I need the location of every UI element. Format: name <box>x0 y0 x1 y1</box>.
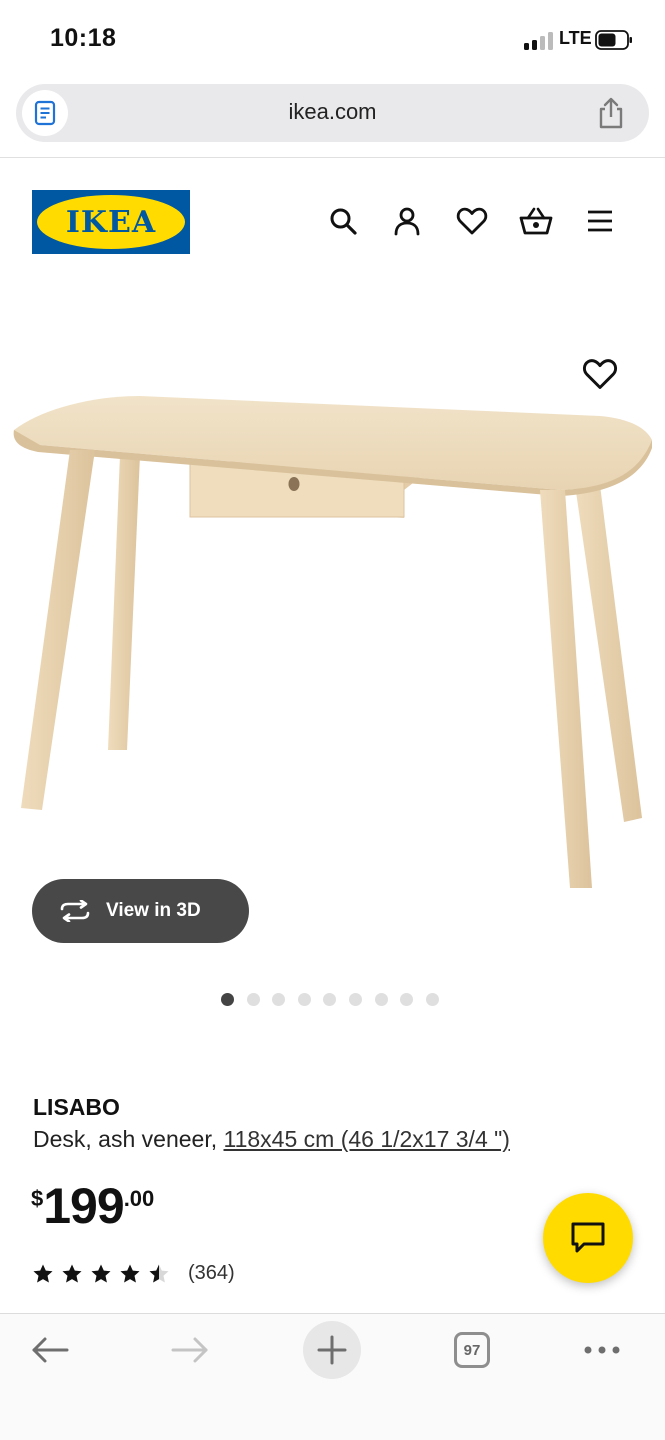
network-label: LTE <box>559 28 592 48</box>
address-bar[interactable]: ikea.com <box>16 84 649 142</box>
rating-stars <box>32 1263 177 1285</box>
account-icon[interactable] <box>390 204 424 238</box>
url-text[interactable]: ikea.com <box>16 99 649 125</box>
forward-icon <box>171 1337 208 1363</box>
star-icon <box>33 1264 53 1282</box>
rotate-3d-icon <box>60 900 90 922</box>
star-icon <box>149 1264 169 1282</box>
product-type: Desk, ash veneer, <box>33 1126 224 1152</box>
product-name: LISABO <box>33 1094 120 1120</box>
back-icon <box>32 1337 69 1363</box>
chat-button[interactable] <box>543 1193 633 1283</box>
search-icon[interactable] <box>326 204 360 238</box>
battery-icon <box>595 30 632 50</box>
gallery-pagination[interactable] <box>221 993 451 1006</box>
more-icon <box>584 1346 620 1354</box>
share-icon[interactable] <box>595 96 627 130</box>
star-icon <box>91 1264 111 1282</box>
product-measurements-link[interactable]: 118x45 cm (46 1/2x17 3/4 ") <box>224 1126 510 1152</box>
price-integer: 199 <box>43 1178 124 1234</box>
heart-icon[interactable] <box>455 204 489 238</box>
price-currency: $ <box>31 1186 44 1211</box>
tabs-icon: 97 <box>454 1332 490 1368</box>
basket-icon[interactable] <box>519 204 553 238</box>
product-price: $ 199 .00 <box>31 1178 154 1234</box>
gallery-dot[interactable] <box>246 993 260 1006</box>
ikea-logo[interactable]: IKEA <box>32 190 190 254</box>
gallery-dot[interactable] <box>297 993 311 1006</box>
rating-count: (364) <box>188 1262 235 1284</box>
gallery-dot[interactable] <box>221 993 234 1006</box>
product-description: Desk, ash veneer, 118x45 cm (46 1/2x17 3… <box>33 1126 510 1153</box>
add-to-favourites-icon[interactable] <box>582 356 618 392</box>
star-icon <box>62 1264 82 1282</box>
product-rating[interactable]: (364) <box>32 1262 235 1285</box>
more-button[interactable] <box>580 1336 624 1364</box>
tabs-button[interactable]: 97 <box>452 1330 492 1370</box>
status-bar: 10:18 LTE <box>0 0 665 80</box>
gallery-dot[interactable] <box>400 993 414 1006</box>
gallery-dot[interactable] <box>272 993 286 1006</box>
view-in-3d-label: View in 3D <box>106 900 201 921</box>
browser-toolbar: 97 <box>0 1314 665 1440</box>
signal-icon <box>524 32 554 50</box>
gallery-dot[interactable] <box>323 993 337 1006</box>
logo-oval: IKEA <box>37 195 185 249</box>
menu-icon[interactable] <box>583 204 617 238</box>
gallery-dot[interactable] <box>374 993 388 1006</box>
forward-button[interactable] <box>168 1330 212 1370</box>
logo-text: IKEA <box>65 204 157 240</box>
new-tab-button[interactable] <box>303 1321 361 1379</box>
product-image[interactable] <box>0 290 665 940</box>
price-decimal: .00 <box>123 1186 155 1211</box>
chat-icon <box>571 1222 605 1253</box>
star-icon <box>120 1264 140 1282</box>
divider <box>0 157 665 158</box>
back-button[interactable] <box>28 1330 72 1370</box>
gallery-dot[interactable] <box>425 993 439 1006</box>
gallery-dot[interactable] <box>348 993 362 1006</box>
status-time: 10:18 <box>50 24 117 52</box>
new-tab-icon <box>317 1335 347 1365</box>
view-in-3d-button[interactable]: View in 3D <box>32 879 249 943</box>
